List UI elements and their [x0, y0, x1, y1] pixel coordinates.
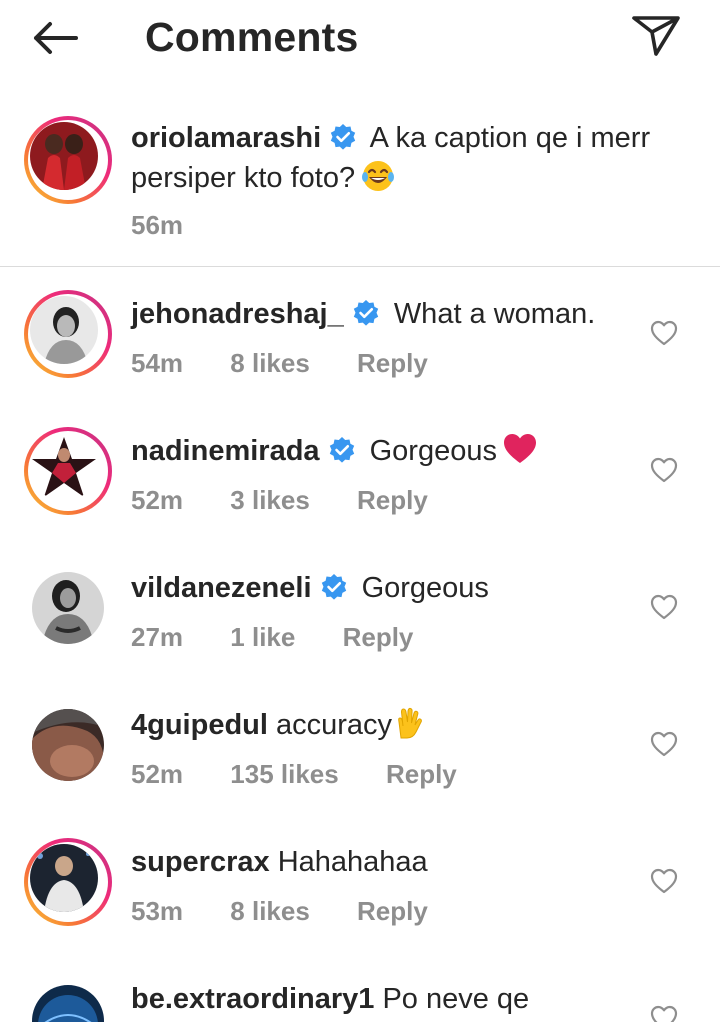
divider: [0, 266, 720, 267]
comment-row: vildanezeneli Gorgeous 27m 1 like Reply: [0, 564, 720, 684]
avatar[interactable]: [32, 985, 104, 1022]
top-bar: Comments: [0, 0, 720, 80]
comment-text: vildanezeneli Gorgeous: [131, 568, 631, 608]
likes-count[interactable]: 3 likes: [230, 485, 310, 516]
verified-badge-icon: [320, 573, 348, 601]
avatar[interactable]: [32, 709, 104, 781]
comment-meta: 52m 135 likes Reply: [131, 759, 457, 790]
username[interactable]: jehonadreshaj_: [131, 298, 344, 330]
username[interactable]: be.extraordinary1: [131, 983, 374, 1015]
like-button[interactable]: [650, 731, 678, 757]
heart-outline-icon: [650, 868, 678, 894]
comment-row: jehonadreshaj_ What a woman. 54m 8 likes…: [0, 290, 720, 410]
comment-text: supercrax Hahahahaa: [131, 842, 631, 882]
reply-button[interactable]: Reply: [357, 485, 428, 516]
timestamp: 54m: [131, 348, 184, 378]
username[interactable]: vildanezeneli: [131, 572, 312, 604]
avatar-image: [30, 296, 98, 364]
likes-count[interactable]: 8 likes: [230, 348, 310, 379]
timestamp: 56m: [131, 210, 184, 240]
heart-outline-icon: [650, 320, 678, 346]
comment-body: accuracy: [276, 709, 393, 741]
like-button[interactable]: [650, 868, 678, 894]
heart-outline-icon: [650, 457, 678, 483]
comment-body: What a woman.: [393, 298, 596, 330]
back-button[interactable]: [28, 16, 84, 60]
comment-text: nadinemirada Gorgeous: [131, 431, 631, 471]
avatar-image: [32, 572, 104, 644]
avatar[interactable]: [24, 838, 112, 926]
verified-badge-icon: [329, 123, 357, 151]
comment-body: Gorgeous: [369, 435, 497, 467]
heart-outline-icon: [650, 1005, 678, 1022]
like-button[interactable]: [650, 594, 678, 620]
comment-meta: 56m: [131, 210, 183, 241]
heart-outline-icon: [650, 594, 678, 620]
avatar[interactable]: [24, 427, 112, 515]
paper-plane-icon: [632, 16, 680, 56]
comment-meta: 54m 8 likes Reply: [131, 348, 428, 379]
avatar[interactable]: [32, 572, 104, 644]
arrow-left-icon: [34, 22, 78, 54]
comment-meta: 52m 3 likes Reply: [131, 485, 428, 516]
likes-count[interactable]: 8 likes: [230, 896, 310, 927]
heart-outline-icon: [650, 731, 678, 757]
timestamp: 27m: [131, 622, 184, 652]
comment-text: jehonadreshaj_ What a woman.: [131, 294, 631, 334]
verified-badge-icon: [328, 436, 356, 464]
likes-count[interactable]: 1 like: [230, 622, 295, 653]
avatar[interactable]: [24, 290, 112, 378]
avatar-image: [30, 844, 98, 912]
timestamp: 53m: [131, 896, 184, 926]
verified-badge-icon: [352, 299, 380, 327]
avatar-image: [32, 985, 104, 1022]
reply-button[interactable]: Reply: [357, 896, 428, 927]
comment-text: 4guipedul accuracy: [131, 705, 631, 745]
timestamp: 52m: [131, 485, 184, 515]
likes-count[interactable]: 135 likes: [230, 759, 338, 790]
comment-meta: 53m 8 likes Reply: [131, 896, 428, 927]
comment-body: Hahahahaa: [277, 846, 428, 878]
comment-row: be.extraordinary1 Po neve qe: [0, 975, 720, 1022]
page-title: Comments: [145, 14, 359, 60]
comment-row: 4guipedul accuracy 52m 135 likes Reply: [0, 701, 720, 821]
username[interactable]: 4guipedul: [131, 709, 268, 741]
avatar-image: [30, 433, 98, 501]
like-button[interactable]: [650, 1005, 678, 1022]
comment-body: Po neve qe: [382, 983, 530, 1015]
avatar-image: [30, 122, 98, 190]
comment-meta: 27m 1 like Reply: [131, 622, 413, 653]
reply-button[interactable]: Reply: [343, 622, 414, 653]
comment-row: supercrax Hahahahaa 53m 8 likes Reply: [0, 838, 720, 958]
red-heart-emoji-icon: [503, 432, 537, 466]
comment-body: Gorgeous: [361, 572, 489, 604]
like-button[interactable]: [650, 457, 678, 483]
reply-button[interactable]: Reply: [357, 348, 428, 379]
reply-button[interactable]: Reply: [386, 759, 457, 790]
vulcan-salute-emoji-icon: [392, 706, 426, 740]
comment-text: be.extraordinary1 Po neve qe: [131, 979, 631, 1019]
username[interactable]: oriolamarashi: [131, 122, 321, 154]
avatar[interactable]: [24, 116, 112, 204]
avatar-image: [32, 709, 104, 781]
comment-row: nadinemirada Gorgeous 52m 3 likes Reply: [0, 427, 720, 547]
username[interactable]: nadinemirada: [131, 435, 320, 467]
caption-text: oriolamarashi A ka caption qe i merr per…: [131, 118, 671, 198]
tears-of-joy-emoji-icon: [361, 159, 395, 193]
username[interactable]: supercrax: [131, 846, 270, 878]
share-button[interactable]: [628, 10, 684, 60]
timestamp: 52m: [131, 759, 184, 789]
caption-row: oriolamarashi A ka caption qe i merr per…: [0, 114, 720, 254]
like-button[interactable]: [650, 320, 678, 346]
